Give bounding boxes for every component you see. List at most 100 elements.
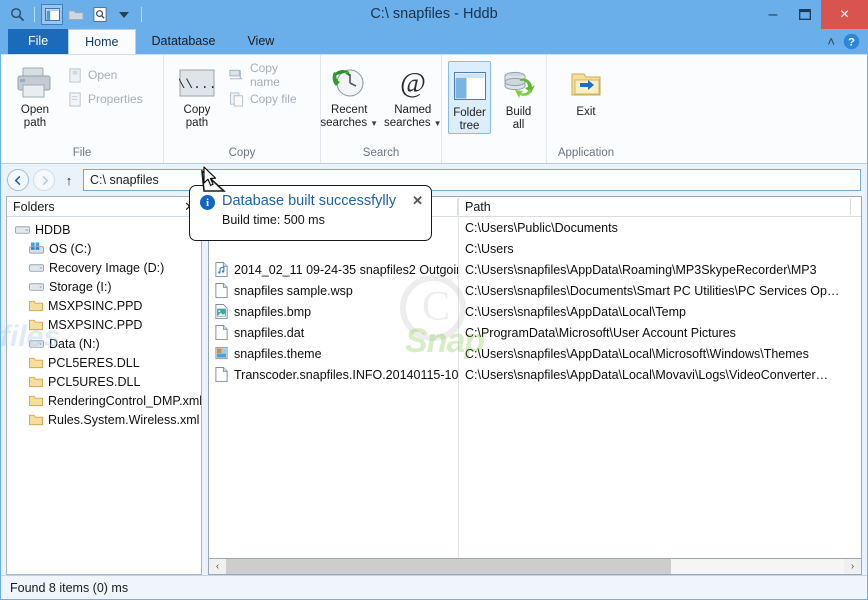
- build-all-button[interactable]: Build all: [497, 61, 540, 132]
- horizontal-scrollbar[interactable]: ‹ ›: [208, 558, 862, 575]
- list-item[interactable]: Transcoder.snapfiles.INFO.20140115-100…: [209, 364, 458, 385]
- customize-dropdown-icon[interactable]: [113, 4, 135, 25]
- search-icon[interactable]: [6, 4, 28, 25]
- copy-file-label: Copy file: [249, 92, 297, 106]
- back-button[interactable]: [7, 169, 29, 191]
- copy-path-button[interactable]: \\... Copy path: [170, 59, 224, 130]
- list-item[interactable]: snapfiles.dat: [209, 322, 458, 343]
- file-name-list: 2014_02_11 09-24-35 snapfiles2 Outgoin… …: [209, 217, 458, 558]
- column-header-path[interactable]: Path: [459, 197, 861, 217]
- list-item[interactable]: C:\Users\snapfiles\AppData\Local\Temp: [459, 301, 861, 322]
- tree-node-hddb[interactable]: HDDB: [7, 220, 201, 239]
- list-item[interactable]: snapfiles.theme: [209, 343, 458, 364]
- list-item[interactable]: snapfiles.bmp: [209, 301, 458, 322]
- named-searches-dropdown-icon[interactable]: ▼: [434, 117, 442, 130]
- toast-header: i Database built successfylly ✕: [200, 193, 423, 210]
- qat-separator-2: [141, 7, 142, 22]
- path-input-value: C:\ snapfiles: [90, 173, 159, 187]
- exit-button[interactable]: Exit: [560, 61, 612, 119]
- svg-text:\\...: \\...: [179, 77, 215, 92]
- svg-text:?: ?: [848, 36, 855, 48]
- tab-home[interactable]: Home: [68, 29, 136, 54]
- scroll-left-button[interactable]: ‹: [209, 559, 226, 574]
- search-document-icon[interactable]: [89, 4, 111, 25]
- maximize-button[interactable]: [789, 0, 821, 29]
- tab-view[interactable]: View: [231, 29, 290, 54]
- title-bar: C:\ snapfiles - Hddb – ×: [0, 0, 868, 29]
- scrollbar-thumb[interactable]: [226, 559, 671, 574]
- open-folder-icon[interactable]: [65, 4, 87, 25]
- help-icon[interactable]: ?: [843, 33, 860, 50]
- recent-searches-dropdown-icon[interactable]: ▼: [370, 117, 378, 130]
- list-item[interactable]: C:\Users\snapfiles\AppData\Local\Microso…: [459, 343, 861, 364]
- tree-node-msxpsinc-ppd-2[interactable]: MSXPSINC.PPD: [7, 315, 201, 334]
- file-path: C:\Users\Public\Documents: [465, 220, 618, 235]
- build-all-label-1: Build: [505, 106, 532, 118]
- forward-button[interactable]: [33, 169, 55, 191]
- scroll-right-button[interactable]: ›: [844, 559, 861, 574]
- tree-node-label: PCL5ERES.DLL: [48, 355, 140, 370]
- list-item[interactable]: C:\ProgramData\Microsoft\User Account Pi…: [459, 322, 861, 343]
- named-searches-button[interactable]: @ Named searches ▼: [384, 59, 442, 130]
- printer-folder-icon: [16, 62, 54, 104]
- close-button[interactable]: ×: [821, 0, 868, 29]
- list-item[interactable]: C:\Users\snapfiles\AppData\Local\Movavi\…: [459, 364, 861, 385]
- minimize-button[interactable]: –: [757, 0, 789, 29]
- mouse-cursor: [203, 166, 217, 186]
- tree-node-pcl5eres-dll[interactable]: PCL5ERES.DLL: [7, 353, 201, 372]
- copy-name-button[interactable]: Copy name: [226, 61, 314, 89]
- list-item[interactable]: 2014_02_11 09-24-35 snapfiles2 Outgoin…: [209, 259, 458, 280]
- folder-tree-button[interactable]: Folder tree: [448, 61, 492, 134]
- ribbon-group-file: Open path Open Properties File: [1, 55, 164, 163]
- window-controls: – ×: [757, 0, 868, 29]
- tree-node-recovery-image-d[interactable]: Recovery Image (D:): [7, 258, 201, 277]
- close-icon[interactable]: ✕: [412, 193, 423, 209]
- folder-tree-toggle-icon[interactable]: [41, 4, 63, 25]
- open-file-icon: [68, 67, 83, 83]
- ribbon-group-search-label: Search: [362, 147, 400, 159]
- results-area: ▲: [208, 196, 862, 575]
- up-button[interactable]: ↑: [59, 169, 79, 191]
- list-item[interactable]: C:\Users\Public\Documents: [459, 217, 861, 238]
- properties-button[interactable]: Properties: [65, 87, 149, 111]
- open-button[interactable]: Open: [65, 63, 149, 87]
- recent-searches-button[interactable]: Recent searches ▼: [320, 59, 378, 130]
- file-path: C:\Users\snapfiles\AppData\Roaming\MP3Sk…: [465, 262, 817, 277]
- tree-node-data-n[interactable]: Data (N:): [7, 334, 201, 353]
- tab-file[interactable]: File: [8, 29, 69, 54]
- file-path: C:\Users\snapfiles\Documents\Smart PC Ut…: [465, 283, 840, 298]
- tree-node-storage-i[interactable]: Storage (I:): [7, 277, 201, 296]
- folder-icon: [29, 394, 43, 407]
- column-resize-handle[interactable]: [457, 199, 458, 215]
- ribbon-group-view: Folder tree Build all: [442, 55, 547, 163]
- tree-node-label: MSXPSINC.PPD: [48, 298, 143, 313]
- tree-node-pcl5ures-dll[interactable]: PCL5URES.DLL: [7, 372, 201, 391]
- scrollbar-track[interactable]: [226, 559, 844, 574]
- tree-node-msxpsinc-ppd-1[interactable]: MSXPSINC.PPD: [7, 296, 201, 315]
- tree-node-renderingcontrol-dmp-xml[interactable]: RenderingControl_DMP.xml: [7, 391, 201, 410]
- folders-panel-title: Folders: [13, 199, 55, 214]
- status-bar: Found 8 items (0) ms: [1, 575, 867, 599]
- windows-drive-icon: [29, 242, 44, 255]
- open-path-label-1: Open: [20, 104, 50, 116]
- column-resize-handle[interactable]: [850, 199, 851, 215]
- ribbon-tab-right-controls: ˄ ?: [827, 29, 868, 54]
- list-item[interactable]: C:\Users\snapfiles\AppData\Roaming\MP3Sk…: [459, 259, 861, 280]
- main-content: Folders ✕ HDDB: [1, 196, 867, 575]
- collapse-ribbon-icon[interactable]: ˄: [827, 34, 835, 49]
- list-item[interactable]: snapfiles sample.wsp: [209, 280, 458, 301]
- list-item[interactable]: C:\Users: [459, 238, 861, 259]
- tab-datatabase[interactable]: Datatabase: [136, 29, 232, 54]
- generic-file-icon: [215, 283, 228, 298]
- list-item[interactable]: C:\Users\snapfiles\Documents\Smart PC Ut…: [459, 280, 861, 301]
- folder-tree-label-2: tree: [459, 120, 480, 132]
- tree-node-rules-system-wireless-xml[interactable]: Rules.System.Wireless.xml: [7, 410, 201, 429]
- copy-file-icon: [229, 91, 245, 107]
- open-path-button[interactable]: Open path: [7, 59, 63, 130]
- info-icon: i: [200, 195, 215, 210]
- file-path: C:\Users\snapfiles\AppData\Local\Temp: [465, 304, 686, 319]
- copy-file-button[interactable]: Copy file: [226, 87, 314, 111]
- open-path-label-2: path: [23, 117, 47, 129]
- tree-node-os-c[interactable]: OS (C:): [7, 239, 201, 258]
- recent-searches-label-2: searches: [320, 117, 368, 129]
